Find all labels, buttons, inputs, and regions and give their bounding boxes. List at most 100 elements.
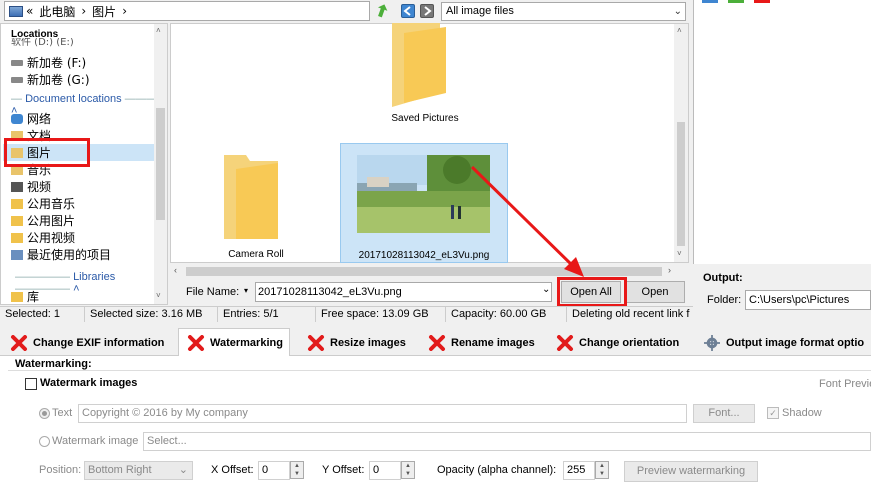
nav-item-label: 网络 [27,112,52,126]
toolbar-icon[interactable] [728,0,744,3]
red-x-icon [188,335,204,351]
folder-label: Folder: [707,294,742,306]
watermark-image-radio[interactable] [39,436,50,447]
tab-label: Watermarking [210,337,283,349]
address-segment: › [122,4,127,18]
x-offset-spinner[interactable]: ▲ ▼ [290,461,304,479]
file-item-saved-pictures[interactable] [390,23,450,110]
open-button[interactable]: Open [625,281,685,303]
scroll-up-icon[interactable]: ˄ [156,26,161,35]
nav-scrollbar[interactable]: ˄ ˅ [154,24,167,304]
tab-change-exif[interactable]: Change EXIF information [10,331,164,355]
scroll-right-icon[interactable]: › [668,265,671,275]
nav-scrollbar-thumb[interactable] [156,108,165,220]
status-selected: Selected: 1 [0,307,85,322]
scroll-down-icon[interactable]: ˅ [156,291,161,300]
radio-dot [42,411,47,416]
network-icon [11,113,23,124]
watermark-images-checkbox[interactable] [25,378,37,390]
nav-item-label: 最近使用的项目 [27,248,112,262]
tab-resize-images[interactable]: Resize images [307,331,406,355]
tab-watermarking[interactable]: Watermarking [178,328,290,357]
nav-item-recent[interactable]: 最近使用的项目 [11,246,111,263]
position-value: Bottom Right [88,464,152,476]
output-folder-input[interactable]: C:\Users\pc\Pictures [745,290,871,310]
tab-label: Rename images [451,337,535,349]
file-name-label: File Name: [186,286,240,298]
tab-change-orientation[interactable]: Change orientation [556,331,679,355]
folder-icon [224,155,278,239]
nav-item-label: 库 [27,290,40,304]
chevron-down-icon: ⌄ [673,6,682,17]
y-offset-spinner[interactable]: ▲ ▼ [401,461,415,479]
file-type-filter[interactable]: All image files ⌄ [441,2,686,21]
nav-item-public-video[interactable]: 公用视频 [11,229,75,246]
history-dropdown-icon[interactable]: ▾ [244,286,248,295]
nav-item-label: 公用图片 [27,214,76,228]
position-label: Position: [39,464,82,476]
text-radio[interactable] [39,408,50,419]
toolbar-icon[interactable] [702,0,718,3]
address-segment: › [81,4,87,18]
preview-watermarking-button[interactable]: Preview watermarking [624,461,758,482]
libraries-header: Libraries [73,271,116,283]
scroll-left-icon[interactable]: ‹ [174,265,177,275]
file-list-scrollbar[interactable]: ˄ ˅ [674,24,688,262]
gear-icon [704,335,720,351]
arrow-left-icon [403,6,411,16]
scroll-down-icon[interactable]: ˅ [677,249,682,258]
address-segment[interactable]: 图片 [92,3,116,20]
nav-item-label: 公用视频 [27,231,76,245]
file-item-label: Camera Roll [228,249,284,260]
nav-item-label: 新加卷 (G:) [27,73,90,87]
file-item-camera-roll[interactable] [222,155,282,242]
font-button[interactable]: Font... [693,404,755,423]
forward-button[interactable] [420,4,434,18]
toolbar-icon[interactable] [754,0,770,3]
nav-item-library[interactable]: 库 [11,288,40,304]
y-offset-input[interactable]: 0 [369,461,401,480]
annotation-arrow [470,165,584,277]
nav-item-drive-f[interactable]: 新加卷 (F:) [11,54,86,71]
nav-item-public-music[interactable]: 公用音乐 [11,195,75,212]
address-segment[interactable]: 此电脑 [39,3,75,20]
nav-item-label: 公用音乐 [27,197,76,211]
shadow-label: Shadow [782,407,822,419]
drive-icon [11,59,23,66]
x-offset-input[interactable]: 0 [258,461,290,480]
recent-icon [11,249,23,260]
nav-item-drive-g[interactable]: 新加卷 (G:) [11,71,90,88]
arrow-right-icon [424,6,432,16]
address-segment: « [26,4,34,18]
tab-rename-images[interactable]: Rename images [428,331,535,355]
opacity-input[interactable]: 255 [563,461,595,480]
refresh-icon[interactable] [375,3,389,19]
address-bar[interactable]: « 此电脑 › 图片 › [4,1,370,21]
file-list-scrollbar-thumb[interactable] [677,122,685,246]
back-button[interactable] [401,4,415,18]
shadow-checkbox[interactable]: ✓ [767,407,779,419]
status-free-space: Free space: 13.09 GB [316,307,446,322]
nav-item-label: 新加卷 (F:) [27,56,87,70]
scroll-up-icon[interactable]: ˄ [677,26,682,35]
watermark-image-input[interactable]: Select... [143,432,871,451]
red-x-icon [308,335,324,351]
status-selected-size: Selected size: 3.16 MB [85,307,218,322]
tab-output-image-format[interactable]: Output image format optio [703,331,864,355]
nav-item-public-pictures[interactable]: 公用图片 [11,212,75,229]
document-locations-header: Document locations [25,93,122,105]
status-bar: Selected: 1 Selected size: 3.16 MB Entri… [0,306,693,322]
folder-icon [11,232,23,243]
x-offset-label: X Offset: [211,464,254,476]
opacity-spinner[interactable]: ▲ ▼ [595,461,609,479]
file-type-filter-value: All image files [446,5,514,17]
y-offset-label: Y Offset: [322,464,365,476]
red-x-icon [557,335,573,351]
position-select[interactable]: Bottom Right ⌄ [84,461,193,480]
output-label: Output: [703,272,743,284]
watermark-text-input[interactable]: Copyright © 2016 by My company [78,404,687,423]
nav-item-video[interactable]: 视频 [11,178,51,195]
tab-label: Change orientation [579,337,680,349]
nav-item[interactable]: 软件 (D:) (E:) [11,38,74,48]
nav-item-network[interactable]: 网络 [11,110,51,127]
